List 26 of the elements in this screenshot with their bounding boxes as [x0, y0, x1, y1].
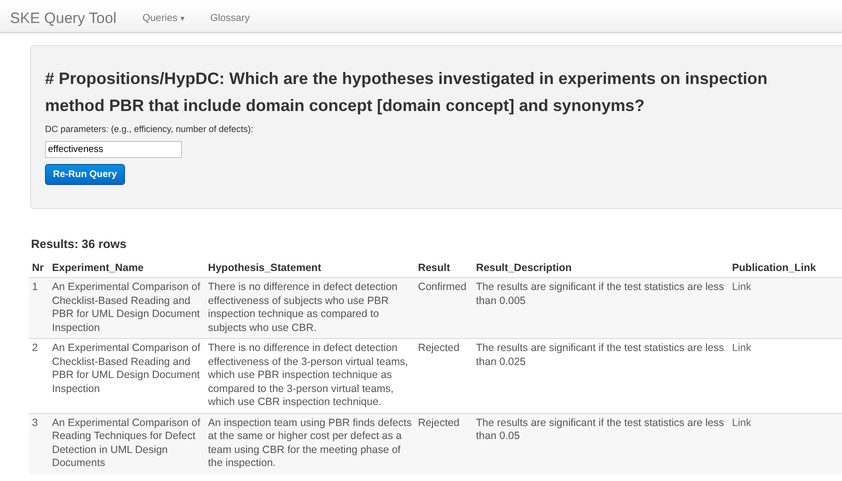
- row-number: 1: [32, 281, 38, 293]
- result-value: Rejected: [418, 416, 460, 428]
- experiment-name: An Experimental Comparison of Reading Techniques for Defect Detection in UML Design Documents: [52, 416, 200, 469]
- publication-link[interactable]: Link: [732, 416, 752, 428]
- experiment-name: An Experimental Comparison of Checklist-Based Reading and PBR for UML Design Document Inspection: [52, 342, 200, 394]
- row-number: 2: [32, 342, 38, 354]
- publication-link[interactable]: Link: [732, 342, 752, 354]
- publication-link[interactable]: Link: [732, 281, 752, 293]
- result-value: Confirmed: [418, 281, 466, 293]
- result-description: The results are significant if the test statistics are less than 0.025: [476, 342, 724, 368]
- row-number: 3: [32, 416, 38, 428]
- field-label: DC parameters: (e.g., efficiency, number of defects):: [45, 124, 254, 134]
- experiment-name: An Experimental Comparison of Checklist-Based Reading and PBR for UML Design Document Inspection: [52, 281, 200, 334]
- hypothesis-statement: An inspection team using PBR finds defects at the same or higher cost per defect as a team using CBR for the meeting phase of the inspection.: [208, 416, 412, 469]
- rerun-button[interactable]: Re-Run Query: [45, 164, 125, 185]
- query-title: # Propositions/HypDC: Which are the hypotheses investigated in experiments on inspection method PBR that include domain concept [domain concept] and synonyms?: [45, 69, 768, 117]
- result-description: The results are significant if the test statistics are less than 0.05: [476, 416, 724, 442]
- input-field[interactable]: effectiveness: [45, 141, 182, 158]
- brand-title[interactable]: SKE Query Tool: [10, 10, 116, 26]
- nav-link[interactable]: Glossary: [210, 12, 250, 24]
- queries-menu[interactable]: Queries ▾: [142, 12, 184, 24]
- result-description: The results are significant if the test statistics are less than 0.005: [476, 281, 724, 306]
- results-heading: Results: 36 rows: [31, 237, 128, 251]
- hypothesis-statement: There is no difference in defect detection effectiveness of subjects who use PBR inspection technique as compared to subjects who use CBR.: [208, 281, 398, 334]
- hypothesis-statement: There is no difference in defect detection effectiveness of the 3-person virtual teams, which use PBR inspection technique as compared to the 3-person virtual teams, which use CBR inspection technique.: [208, 342, 408, 408]
- result-value: Rejected: [418, 342, 460, 354]
